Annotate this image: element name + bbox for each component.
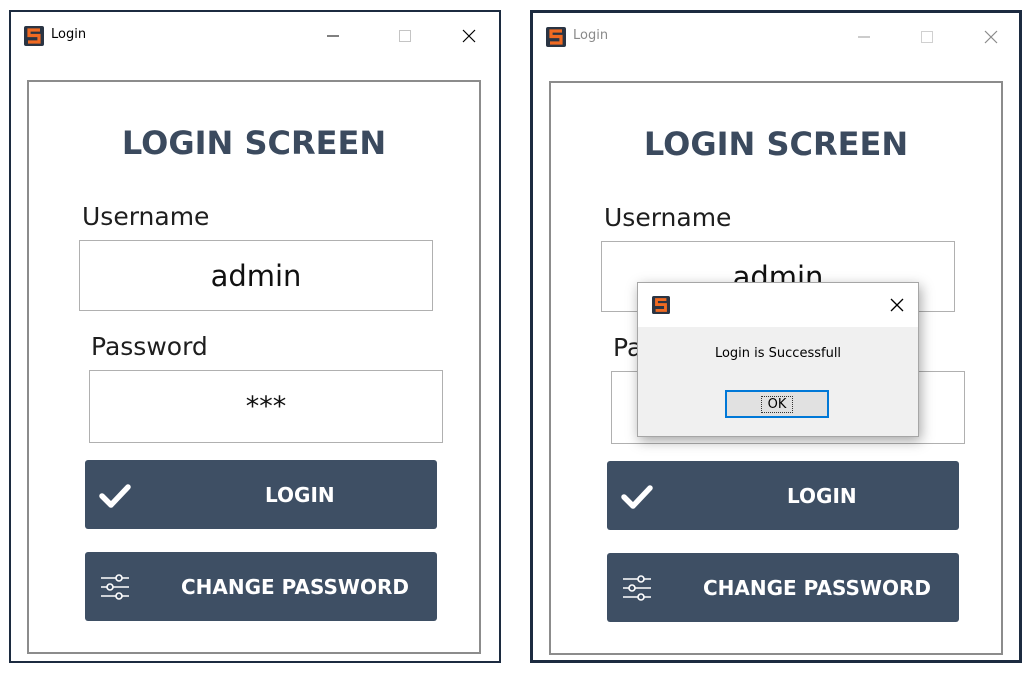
screen-title: LOGIN SCREEN — [121, 124, 387, 162]
window-title: Login — [573, 28, 609, 43]
ok-button[interactable]: OK — [725, 390, 829, 418]
minimize-icon[interactable] — [852, 25, 876, 49]
change-password-button[interactable]: CHANGE PASSWORD — [607, 553, 959, 622]
title-bar[interactable]: Login — [533, 13, 1019, 63]
window-title: Login — [51, 27, 87, 42]
dialog-title-bar[interactable] — [638, 283, 918, 327]
sliders-icon — [623, 575, 651, 601]
username-input[interactable]: admin — [79, 240, 433, 311]
message-dialog: Login is Successfull OK — [637, 282, 919, 437]
username-label: Username — [604, 203, 732, 232]
sliders-icon — [101, 574, 129, 600]
maximize-icon[interactable] — [393, 24, 417, 48]
close-icon[interactable] — [457, 24, 481, 48]
login-panel: LOGIN SCREEN Username admin Password ***… — [27, 80, 481, 654]
close-icon[interactable] — [888, 296, 906, 314]
change-password-button-label: CHANGE PASSWORD — [181, 574, 409, 599]
username-label: Username — [82, 202, 210, 231]
checkmark-icon — [621, 485, 653, 509]
login-button-label: LOGIN — [787, 483, 857, 508]
title-bar[interactable]: Login — [11, 12, 499, 62]
app-logo-icon — [652, 296, 670, 314]
login-button[interactable]: LOGIN — [607, 461, 959, 530]
maximize-icon[interactable] — [915, 25, 939, 49]
change-password-button[interactable]: CHANGE PASSWORD — [85, 552, 437, 621]
change-password-button-label: CHANGE PASSWORD — [703, 575, 931, 600]
app-logo-icon — [546, 27, 566, 47]
password-label: Password — [91, 332, 208, 361]
app-logo-icon — [24, 26, 44, 46]
login-button[interactable]: LOGIN — [85, 460, 437, 529]
close-icon[interactable] — [979, 25, 1003, 49]
password-input[interactable]: *** — [89, 370, 443, 443]
ok-button-label: OK — [760, 395, 794, 413]
minimize-icon[interactable] — [321, 24, 345, 48]
checkmark-icon — [99, 484, 131, 508]
login-button-label: LOGIN — [265, 482, 335, 507]
login-window-left: Login LOGIN SCREEN Username admin Passwo… — [9, 10, 501, 663]
screen-title: LOGIN SCREEN — [643, 125, 909, 163]
dialog-message: Login is Successfull — [714, 346, 842, 361]
